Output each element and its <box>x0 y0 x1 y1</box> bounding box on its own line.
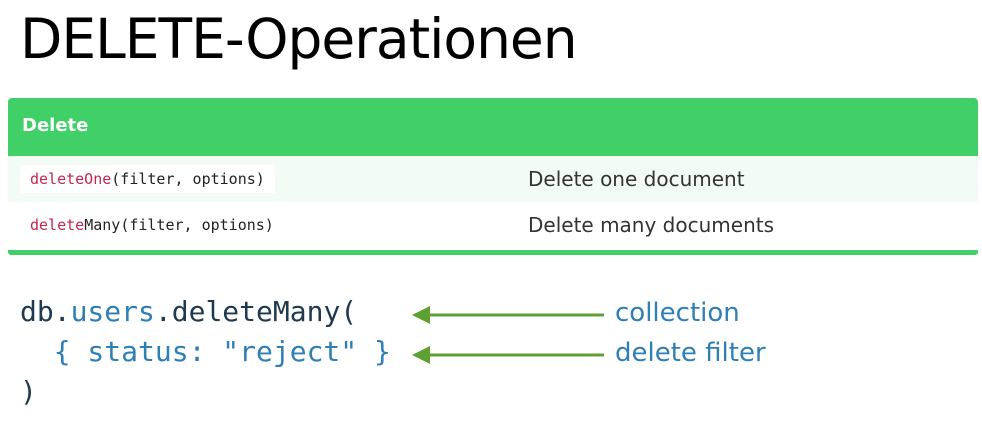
code-collection: users <box>70 295 155 328</box>
table-header-label: Delete <box>22 115 89 136</box>
method-args: (filter, options) <box>120 216 274 234</box>
method-name-suffix: Many <box>84 216 121 234</box>
code-method: .deleteMany( <box>154 295 358 328</box>
code-example: db.users.deleteMany( { status: "reject" … <box>20 292 391 412</box>
delete-methods-table: Delete deleteOne(filter, options) Delete… <box>8 98 978 256</box>
method-args: (filter, options) <box>111 170 265 188</box>
collection-annotation: collection <box>615 298 740 328</box>
filter-annotation: delete filter <box>615 338 766 368</box>
table-bottom-border <box>8 250 978 255</box>
method-signature: deleteOne(filter, options) <box>20 165 275 193</box>
collection-arrow-icon <box>412 306 604 324</box>
code-line-1: db.users.deleteMany( <box>20 292 391 332</box>
method-name-prefix: delete <box>30 216 85 234</box>
code-line-2: { status: "reject" } <box>20 335 391 368</box>
method-description: Delete one document <box>528 167 745 191</box>
page-title: DELETE-Operationen <box>20 7 578 71</box>
table-row: deleteOne(filter, options) Delete one do… <box>8 156 978 202</box>
method-description: Delete many documents <box>528 213 775 237</box>
method-name: deleteOne <box>30 170 112 188</box>
code-line-3: ) <box>20 375 37 408</box>
table-header: Delete <box>8 98 978 156</box>
filter-arrow-icon <box>412 346 604 364</box>
method-signature: deleteMany(filter, options) <box>20 211 284 239</box>
code-db: db. <box>20 295 71 328</box>
table-row: deleteMany(filter, options) Delete many … <box>8 202 978 248</box>
